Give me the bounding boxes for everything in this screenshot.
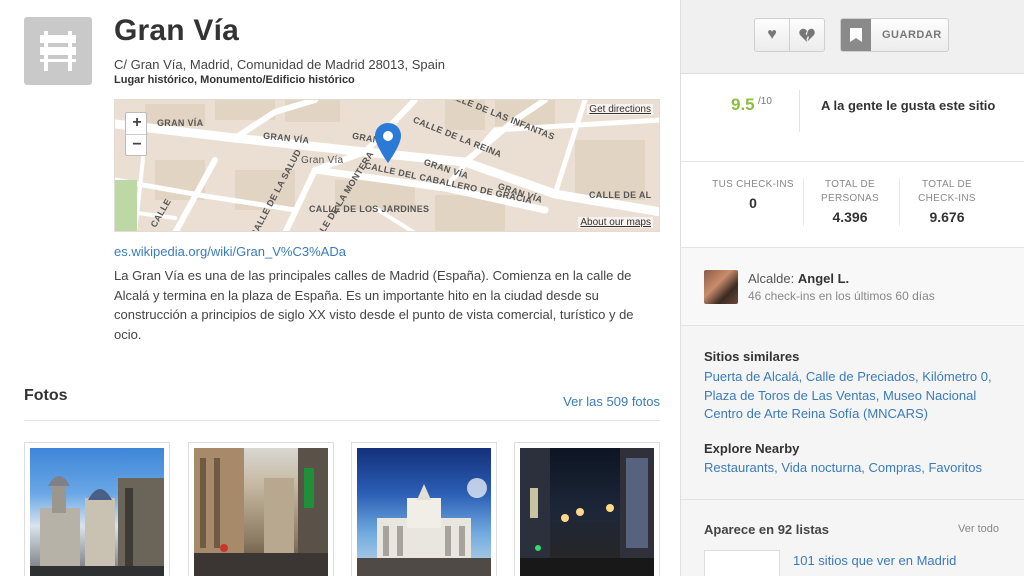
see-all-lists-link[interactable]: Ver todo [958,523,999,535]
stat-value: 0 [749,195,757,211]
mayor-panel: Alcalde: Angel L. 46 check-ins en los úl… [681,248,1024,326]
mayor-checkins: 46 check-ins en los últimos 60 días [748,289,935,303]
divider [899,178,900,226]
stat-label: TOTAL DE PERSONAS [821,179,879,204]
rating-panel: 9.5 /10 A la gente le gusta este sitio [681,74,1024,162]
stat-my-checkins: TUS CHECK-INS 0 [708,178,798,211]
mayor-line: Alcalde: Angel L. [748,271,849,286]
street-label: Gran Vía [301,155,344,166]
divider [24,420,660,421]
photo-thumbnail[interactable] [24,442,170,576]
street-label: GRAN VÍA [157,118,204,128]
wikipedia-link[interactable]: es.wikipedia.org/wiki/Gran_V%C3%ADa [114,244,346,259]
stats-panel: TUS CHECK-INS 0 TOTAL DE PERSONAS 4.396 … [681,162,1024,248]
mayor-prefix: Alcalde: [748,271,795,286]
stat-value: 4.396 [832,209,868,225]
stat-label: TUS CHECK-INS [712,179,794,190]
venue-page: Gran Vía C/ Gran Vía, Madrid, Comunidad … [0,0,1024,576]
about-maps-link[interactable]: About our maps [578,217,653,228]
street-label: CALLE DE AL [589,190,652,200]
similar-heading: Sitios similares [704,349,800,364]
dislike-button[interactable] [789,18,825,52]
photo-thumbnail[interactable] [351,442,497,576]
zoom-in-button[interactable]: + [126,113,148,134]
similar-panel: Sitios similares Puerta de Alcalá, Calle… [681,326,1024,500]
rating-text: A la gente le gusta este sitio [821,98,996,113]
get-directions-link[interactable]: Get directions [587,104,653,115]
avatar[interactable] [704,270,738,304]
nearby-heading: Explore Nearby [704,441,800,456]
list-item-link[interactable]: 101 sitios que ver en Madrid [793,553,956,568]
mayor-name[interactable]: Angel L. [798,271,849,286]
similar-links[interactable]: Puerta de Alcalá, Calle de Preciados, Ki… [704,368,1009,424]
list-thumbnail[interactable] [704,550,780,576]
sidebar: ♥ GUARDAR 9.5 /10 A la gente le gusta es… [680,0,1024,576]
venue-description: La Gran Vía es una de las principales ca… [114,268,634,342]
stat-total-checkins: TOTAL DE CHECK-INS 9.676 [902,178,992,225]
lists-heading: Aparece en 92 listas [704,522,830,537]
stat-value: 9.676 [929,209,965,225]
photo-thumbnail[interactable] [188,442,334,576]
rating-denominator: /10 [758,96,772,107]
divider [803,178,804,226]
rating-score: 9.5 [731,95,755,114]
stat-total-people: TOTAL DE PERSONAS 4.396 [805,178,895,225]
stat-label: TOTAL DE CHECK-INS [918,179,976,204]
broken-heart-icon [790,19,824,54]
save-button[interactable]: GUARDAR [840,18,949,52]
photo-thumbnail[interactable] [514,442,660,576]
landmark-sign-icon [24,17,92,85]
heart-icon: ♥ [767,26,777,43]
venue-actions: ♥ GUARDAR [681,0,1024,74]
venue-address: C/ Gran Vía, Madrid, Comunidad de Madrid… [114,57,445,72]
lists-panel: Aparece en 92 listas Ver todo 101 sitios… [681,500,1024,576]
venue-title: Gran Vía [114,14,239,47]
nearby-links[interactable]: Restaurants, Vida nocturna, Compras, Fav… [704,459,1009,478]
see-all-photos-link[interactable]: Ver las 509 fotos [563,394,660,409]
like-button[interactable]: ♥ [754,18,790,52]
main-column: Gran Vía C/ Gran Vía, Madrid, Comunidad … [0,0,680,576]
venue-map[interactable]: GRAN VÍA GRAN VÍA Gran Vía GRAN GRAN VÍA… [114,99,660,232]
zoom-out-button[interactable]: − [126,134,148,155]
save-button-label: GUARDAR [882,29,942,41]
map-zoom-control: + − [125,112,148,156]
bookmark-icon [841,19,871,51]
divider [799,90,800,132]
photos-heading: Fotos [24,387,68,404]
venue-categories: Lugar histórico, Monumento/Edificio hist… [114,74,355,86]
